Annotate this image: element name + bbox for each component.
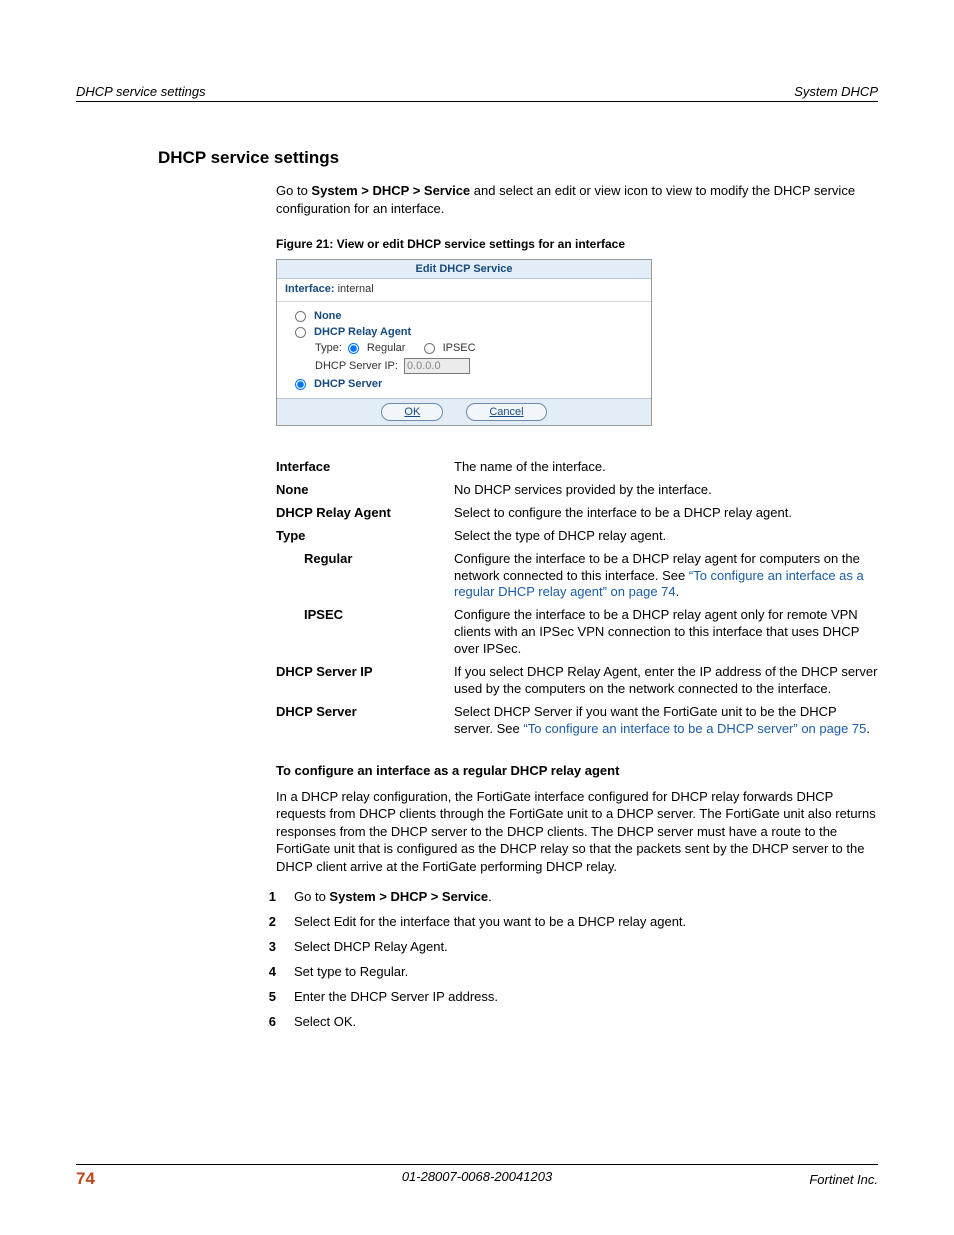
radio-relay-row: DHCP Relay Agent bbox=[295, 326, 643, 338]
definitions-table: InterfaceThe name of the interface. None… bbox=[276, 456, 878, 740]
page-footer: 74 01-28007-0068-20041203 Fortinet Inc. bbox=[76, 1164, 878, 1189]
running-header: DHCP service settings System DHCP bbox=[76, 84, 878, 102]
subheading-relay-procedure: To configure an interface as a regular D… bbox=[276, 763, 878, 778]
radio-none[interactable] bbox=[295, 311, 306, 322]
ok-button[interactable]: OK bbox=[381, 403, 443, 421]
relay-type-row: Type: Regular IPSEC bbox=[315, 342, 643, 354]
cancel-button[interactable]: Cancel bbox=[466, 403, 546, 421]
section-title: DHCP service settings bbox=[158, 148, 878, 168]
relay-explanation-paragraph: In a DHCP relay configuration, the Forti… bbox=[276, 788, 878, 876]
header-left: DHCP service settings bbox=[76, 84, 206, 99]
radio-relay-agent[interactable] bbox=[295, 327, 306, 338]
figure-caption: Figure 21: View or edit DHCP service set… bbox=[276, 237, 878, 251]
radio-dhcp-server[interactable] bbox=[295, 379, 306, 390]
screenshot-interface-row: Interface: internal bbox=[277, 279, 651, 302]
dhcp-server-ip-input[interactable] bbox=[404, 358, 470, 374]
screenshot-title: Edit DHCP Service bbox=[277, 260, 651, 279]
radio-server-row: DHCP Server bbox=[295, 378, 643, 390]
radio-none-row: None bbox=[295, 310, 643, 322]
relay-server-ip-row: DHCP Server IP: bbox=[315, 358, 643, 374]
procedure-steps: 1Go to System > DHCP > Service. 2Select … bbox=[240, 889, 878, 1029]
doc-id: 01-28007-0068-20041203 bbox=[76, 1169, 878, 1184]
screenshot-button-row: OK Cancel bbox=[277, 398, 651, 425]
link-dhcp-server[interactable]: “To configure an interface to be a DHCP … bbox=[523, 721, 866, 736]
intro-paragraph: Go to System > DHCP > Service and select… bbox=[276, 182, 878, 217]
radio-type-regular[interactable] bbox=[348, 343, 359, 354]
header-right: System DHCP bbox=[794, 84, 878, 99]
screenshot-edit-dhcp-service: Edit DHCP Service Interface: internal No… bbox=[276, 259, 652, 426]
radio-type-ipsec[interactable] bbox=[424, 343, 435, 354]
